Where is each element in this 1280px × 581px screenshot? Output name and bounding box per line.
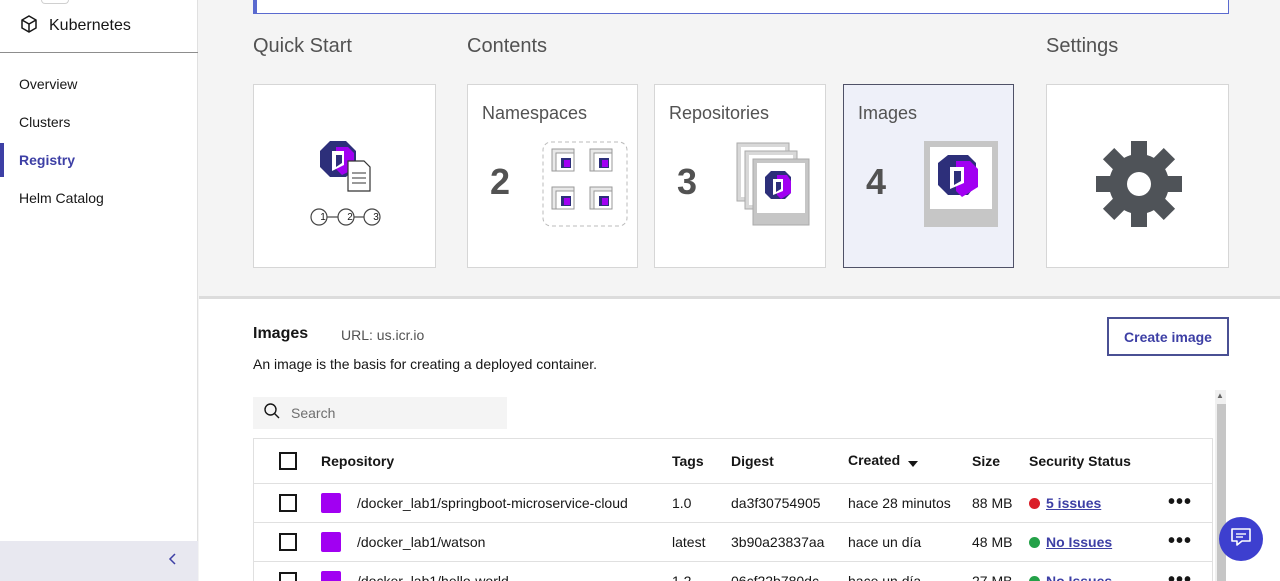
repositories-icon xyxy=(736,142,810,226)
namespaces-tile-title: Namespaces xyxy=(482,103,588,123)
images-count: 4 xyxy=(866,161,887,202)
tag: 1.2 xyxy=(672,573,692,581)
images-panel: Images URL: us.icr.io An image is the ba… xyxy=(199,299,1280,581)
panel-description: An image is the basis for creating a dep… xyxy=(253,356,597,372)
chevron-left-icon xyxy=(166,552,180,571)
header-security-status[interactable]: Security Status xyxy=(1029,453,1131,469)
header-created[interactable]: Created xyxy=(848,452,919,470)
gear-icon xyxy=(1096,141,1182,227)
sidebar-item-clusters[interactable]: Clusters xyxy=(0,103,198,141)
step-1-label: 1 xyxy=(320,212,326,223)
repositories-count: 3 xyxy=(677,161,698,202)
images-table: Repository Tags Digest Created Size Secu… xyxy=(253,438,1213,581)
security-issues-link[interactable]: 5 issues xyxy=(1046,495,1101,511)
row-checkbox[interactable] xyxy=(279,494,297,512)
brand[interactable]: Kubernetes xyxy=(19,14,131,38)
digest: da3f30754905 xyxy=(731,495,821,511)
table-header-row: Repository Tags Digest Created Size Secu… xyxy=(254,439,1212,484)
namespaces-icon xyxy=(542,141,628,227)
table-row[interactable]: /docker_lab1/springboot-microservice-clo… xyxy=(254,484,1212,523)
header-digest[interactable]: Digest xyxy=(731,453,774,469)
settings-tile[interactable] xyxy=(1046,84,1229,268)
namespaces-count: 2 xyxy=(490,161,511,202)
sidebar: Kubernetes Overview Clusters Registry He… xyxy=(0,0,198,581)
search-input[interactable] xyxy=(291,405,491,421)
size: 27 MB xyxy=(972,573,1013,581)
settings-heading: Settings xyxy=(1046,35,1119,57)
sidebar-item-registry[interactable]: Registry xyxy=(0,141,198,179)
security-status: No Issues xyxy=(1029,573,1112,581)
step-2-label: 2 xyxy=(347,212,353,223)
overflow-menu-icon[interactable]: ••• xyxy=(1168,531,1192,551)
info-banner xyxy=(253,0,1229,14)
kubernetes-icon xyxy=(19,14,39,39)
table-row[interactable]: /docker_lab1/watson latest 3b90a23837aa … xyxy=(254,523,1212,562)
select-all-checkbox[interactable] xyxy=(279,452,297,470)
repository-icon xyxy=(321,532,341,552)
header-created-label: Created xyxy=(848,452,901,469)
images-icon xyxy=(924,141,998,227)
header-tags[interactable]: Tags xyxy=(672,453,704,469)
sidebar-top-tab[interactable] xyxy=(41,0,69,4)
row-checkbox[interactable] xyxy=(279,533,297,551)
namespaces-tile[interactable]: Namespaces 2 xyxy=(467,84,638,268)
status-dot-icon xyxy=(1029,536,1040,548)
images-tile-title: Images xyxy=(858,103,918,123)
overflow-menu-icon[interactable]: ••• xyxy=(1168,492,1192,512)
table-row[interactable]: /docker_lab1/hello-world 1.2 06cf22b780d… xyxy=(254,562,1212,581)
sidebar-collapse-button[interactable] xyxy=(0,541,198,581)
scroll-up-icon[interactable]: ▲ xyxy=(1216,391,1224,400)
caret-down-icon xyxy=(908,454,919,470)
size: 88 MB xyxy=(972,495,1013,511)
brand-label: Kubernetes xyxy=(49,17,131,34)
created: hace un día xyxy=(848,534,922,550)
quick-start-heading: Quick Start xyxy=(253,35,352,57)
sidebar-nav: Overview Clusters Registry Helm Catalog xyxy=(0,65,198,217)
repositories-tile[interactable]: Repositories 3 xyxy=(654,84,826,268)
sidebar-item-helm-catalog[interactable]: Helm Catalog xyxy=(0,179,198,217)
sidebar-item-overview[interactable]: Overview xyxy=(0,65,198,103)
header-repository[interactable]: Repository xyxy=(321,453,394,469)
header-size[interactable]: Size xyxy=(972,453,1000,469)
registry-url: URL: us.icr.io xyxy=(341,327,425,343)
contents-heading: Contents xyxy=(467,35,548,57)
row-checkbox[interactable] xyxy=(279,572,297,581)
repositories-tile-title: Repositories xyxy=(669,103,770,123)
sidebar-divider xyxy=(0,52,198,53)
repository-icon xyxy=(321,493,341,513)
security-issues-link[interactable]: No Issues xyxy=(1046,573,1112,581)
search-box xyxy=(253,397,507,429)
repository-icon xyxy=(321,571,341,581)
security-issues-link[interactable]: No Issues xyxy=(1046,534,1112,550)
created: hace un día xyxy=(848,573,922,581)
repository-name[interactable]: /docker_lab1/hello-world xyxy=(357,573,509,581)
create-image-button[interactable]: Create image xyxy=(1107,317,1229,356)
status-dot-icon xyxy=(1029,575,1040,581)
quick-start-tile[interactable]: 1 2 3 xyxy=(253,84,436,268)
repository-name[interactable]: /docker_lab1/springboot-microservice-clo… xyxy=(357,495,628,511)
security-status: 5 issues xyxy=(1029,495,1101,511)
size: 48 MB xyxy=(972,534,1013,550)
status-dot-icon xyxy=(1029,497,1040,509)
chat-button[interactable] xyxy=(1219,517,1263,561)
registry-dashboard: Quick Start Contents Settings 1 2 3 Name… xyxy=(199,0,1280,296)
images-tile[interactable]: Images 4 xyxy=(843,84,1014,268)
repository-name[interactable]: /docker_lab1/watson xyxy=(357,534,485,550)
search-icon xyxy=(263,402,281,425)
panel-title: Images xyxy=(253,325,309,342)
created: hace 28 minutos xyxy=(848,495,951,511)
security-status: No Issues xyxy=(1029,534,1112,550)
tag: 1.0 xyxy=(672,495,692,511)
overflow-menu-icon[interactable]: ••• xyxy=(1168,570,1192,581)
digest: 06cf22b780dc xyxy=(731,573,819,581)
digest: 3b90a23837aa xyxy=(731,534,825,550)
tag: latest xyxy=(672,534,706,550)
chat-icon xyxy=(1230,527,1252,552)
step-3-label: 3 xyxy=(373,212,379,223)
